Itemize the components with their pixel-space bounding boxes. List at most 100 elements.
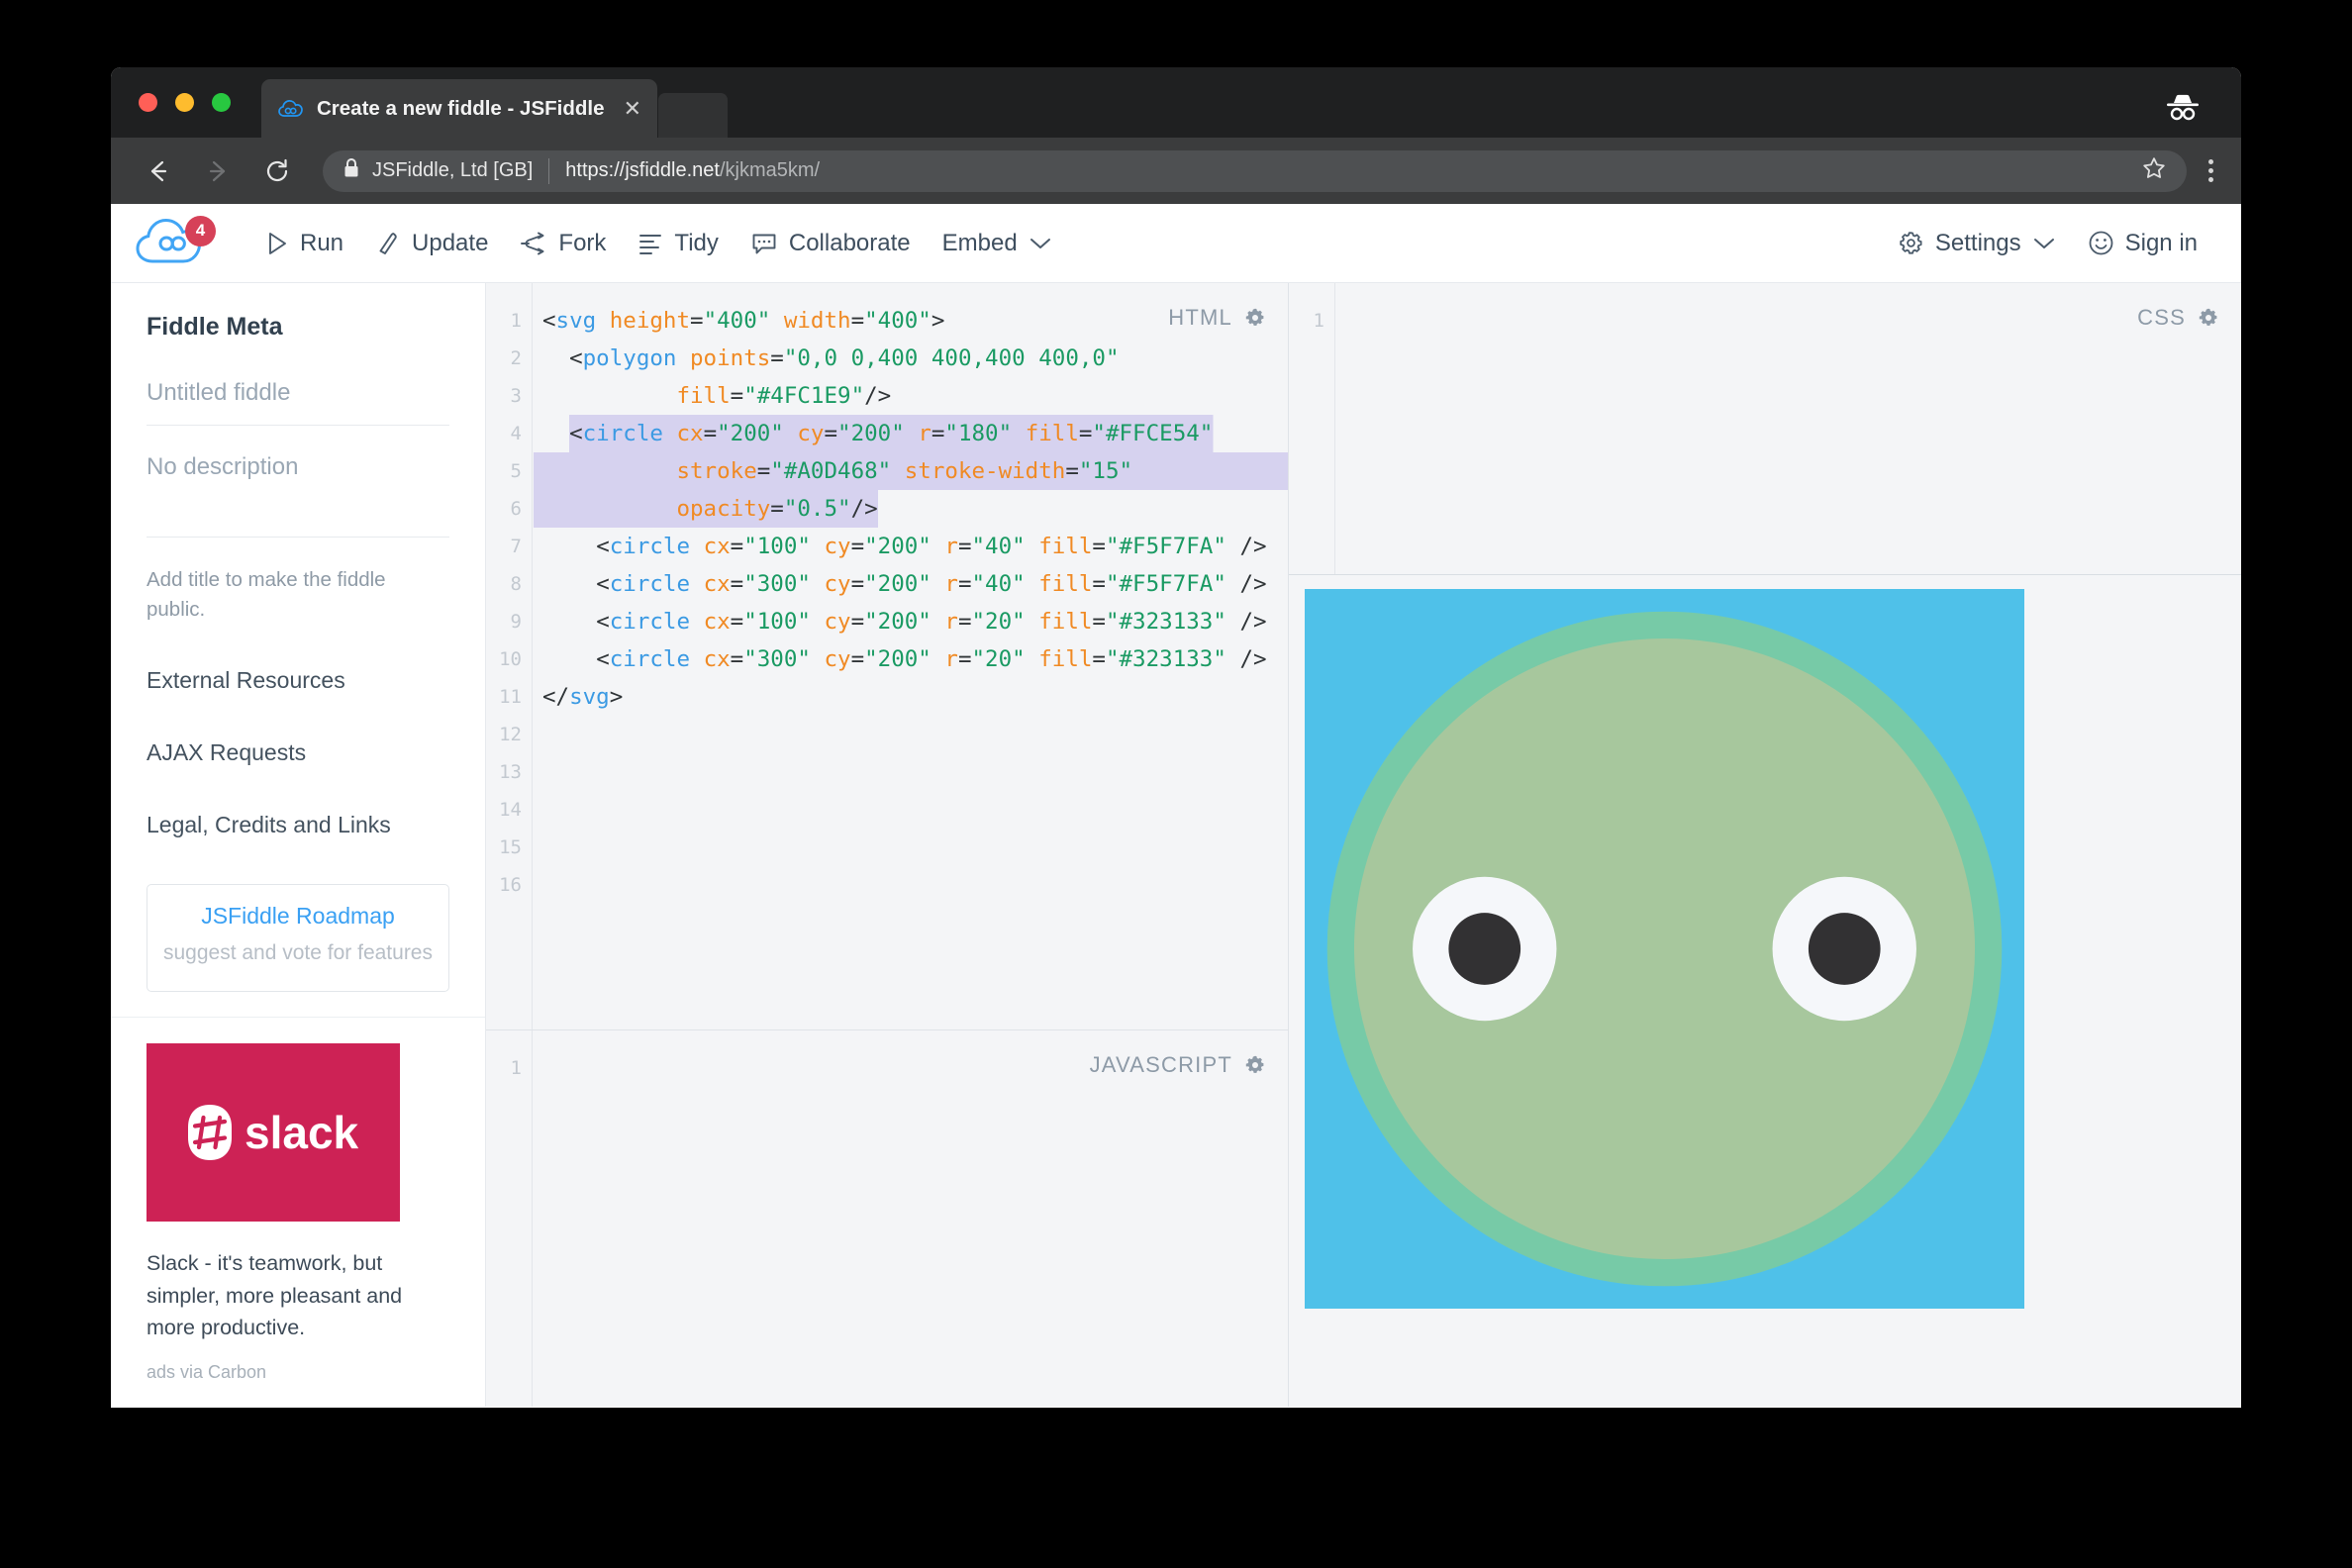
code-token	[542, 496, 676, 522]
code-token	[891, 458, 905, 484]
code-token: =	[851, 609, 865, 635]
sidebar-item-external-resources[interactable]: External Resources	[147, 667, 449, 694]
code-token: =	[757, 458, 771, 484]
roadmap-card[interactable]: JSFiddle Roadmap suggest and vote for fe…	[147, 884, 449, 992]
fiddle-description-input[interactable]: No description	[147, 453, 449, 538]
line-number: 11	[486, 678, 532, 716]
code-token: "100"	[743, 534, 811, 559]
code-token: polygon	[583, 345, 677, 371]
embed-label: Embed	[942, 230, 1018, 257]
code-token: =	[851, 534, 865, 559]
code-token: "400"	[864, 308, 931, 334]
collaborate-button[interactable]: Collaborate	[735, 222, 927, 265]
line-number: 1	[486, 302, 532, 340]
sidebar-item-legal-credits-links[interactable]: Legal, Credits and Links	[147, 812, 449, 838]
sign-in-button[interactable]: Sign in	[2072, 222, 2213, 265]
code-token	[770, 308, 784, 334]
line-number: 16	[486, 866, 532, 904]
browser-window: Create a new fiddle - JSFiddle ✕	[111, 67, 2241, 1408]
page-title: Fiddle Meta	[147, 313, 449, 342]
back-arrow-icon[interactable]	[137, 149, 180, 193]
code-token: "180"	[944, 421, 1012, 446]
javascript-editor-pane[interactable]: 1 JAVASCRIPT	[486, 1029, 1288, 1407]
window-maximize-button[interactable]	[212, 93, 231, 112]
javascript-code-content[interactable]	[534, 1030, 1288, 1407]
run-button[interactable]: Run	[249, 222, 359, 265]
fork-button[interactable]: Fork	[504, 222, 622, 265]
update-button[interactable]: Update	[359, 222, 504, 265]
forward-arrow-icon	[196, 149, 240, 193]
code-token	[1012, 421, 1026, 446]
result-preview-pane[interactable]	[1289, 575, 2241, 1407]
css-editor-pane[interactable]: 1 CSS	[1289, 283, 2241, 575]
code-token: <	[596, 571, 610, 597]
css-code-content[interactable]	[1336, 283, 2241, 574]
code-token: r	[944, 646, 958, 672]
code-token: =	[770, 345, 784, 371]
tidy-button[interactable]: Tidy	[622, 222, 734, 265]
code-token: svg	[569, 684, 610, 710]
code-token: "#FFCE54"	[1092, 421, 1213, 446]
gear-icon[interactable]	[1244, 307, 1266, 329]
html-line-numbers: 12345678910111213141516	[486, 283, 533, 1029]
gear-icon[interactable]	[2198, 307, 2219, 329]
code-token	[1226, 646, 1240, 672]
code-token: "300"	[743, 571, 811, 597]
code-token: width	[784, 308, 851, 334]
code-token: cy	[824, 646, 850, 672]
slack-ad-image[interactable]: slack	[147, 1043, 400, 1222]
code-token	[784, 421, 798, 446]
css-panel-label[interactable]: CSS	[2137, 305, 2219, 331]
code-token: <	[596, 646, 610, 672]
url-bar[interactable]: JSFiddle, Ltd [GB] https://jsfiddle.net/…	[323, 150, 2187, 192]
carbon-ad[interactable]: slack Slack - it's teamwork, but simpler…	[111, 1017, 485, 1407]
gear-icon[interactable]	[1244, 1054, 1266, 1076]
reload-icon[interactable]	[255, 149, 299, 193]
window-minimize-button[interactable]	[175, 93, 194, 112]
browser-tab-active[interactable]: Create a new fiddle - JSFiddle ✕	[261, 79, 657, 138]
code-token	[542, 345, 569, 371]
roadmap-link[interactable]: JSFiddle Roadmap	[157, 903, 439, 930]
code-token: =	[958, 534, 972, 559]
html-editor-pane[interactable]: 12345678910111213141516 HTML <svg height…	[486, 283, 1288, 1029]
sidebar: Fiddle Meta Untitled fiddle No descripti…	[111, 283, 486, 1407]
code-token: cy	[824, 534, 850, 559]
jsfiddle-cloud-icon	[277, 95, 305, 123]
code-token	[542, 609, 596, 635]
code-token: >	[610, 684, 624, 710]
code-token: "#A0D468"	[770, 458, 891, 484]
embed-button[interactable]: Embed	[927, 222, 1068, 265]
star-icon[interactable]	[2141, 155, 2167, 186]
code-token: </	[542, 684, 569, 710]
run-label: Run	[300, 230, 343, 257]
line-number: 15	[486, 829, 532, 866]
code-token	[663, 421, 677, 446]
sidebar-item-ajax-requests[interactable]: AJAX Requests	[147, 739, 449, 766]
code-token: points	[690, 345, 770, 371]
javascript-panel-label[interactable]: JAVASCRIPT	[1090, 1052, 1266, 1078]
window-close-button[interactable]	[139, 93, 157, 112]
three-dot-menu-icon[interactable]	[2208, 159, 2213, 182]
code-line: <circle cx="200" cy="200" r="180" fill="…	[534, 415, 1288, 452]
code-token: fill	[1038, 646, 1092, 672]
fiddle-title-input[interactable]: Untitled fiddle	[147, 379, 449, 426]
slack-hash-icon	[188, 1105, 232, 1160]
close-icon[interactable]: ✕	[624, 98, 641, 120]
code-token: =	[1092, 609, 1106, 635]
jsfiddle-body: Fiddle Meta Untitled fiddle No descripti…	[111, 283, 2241, 1407]
browser-tab-inactive[interactable]	[658, 93, 728, 138]
html-panel-label[interactable]: HTML	[1168, 305, 1266, 331]
jsfiddle-logo-icon[interactable]: 4	[133, 214, 224, 273]
code-token: svg	[556, 308, 597, 334]
settings-button[interactable]: Settings	[1882, 222, 2072, 265]
code-token: cx	[704, 571, 731, 597]
code-token	[542, 383, 676, 409]
code-token: =	[770, 496, 784, 522]
window-traffic-lights	[139, 93, 231, 112]
code-line: <circle cx="300" cy="200" r="40" fill="#…	[534, 565, 1288, 603]
html-code-content[interactable]: <svg height="400" width="400"> <polygon …	[534, 283, 1288, 1029]
line-number: 4	[486, 415, 532, 452]
code-token: =	[704, 421, 718, 446]
browser-nav-bar: JSFiddle, Ltd [GB] https://jsfiddle.net/…	[111, 138, 2241, 204]
code-line: <circle cx="100" cy="200" r="20" fill="#…	[534, 603, 1288, 640]
